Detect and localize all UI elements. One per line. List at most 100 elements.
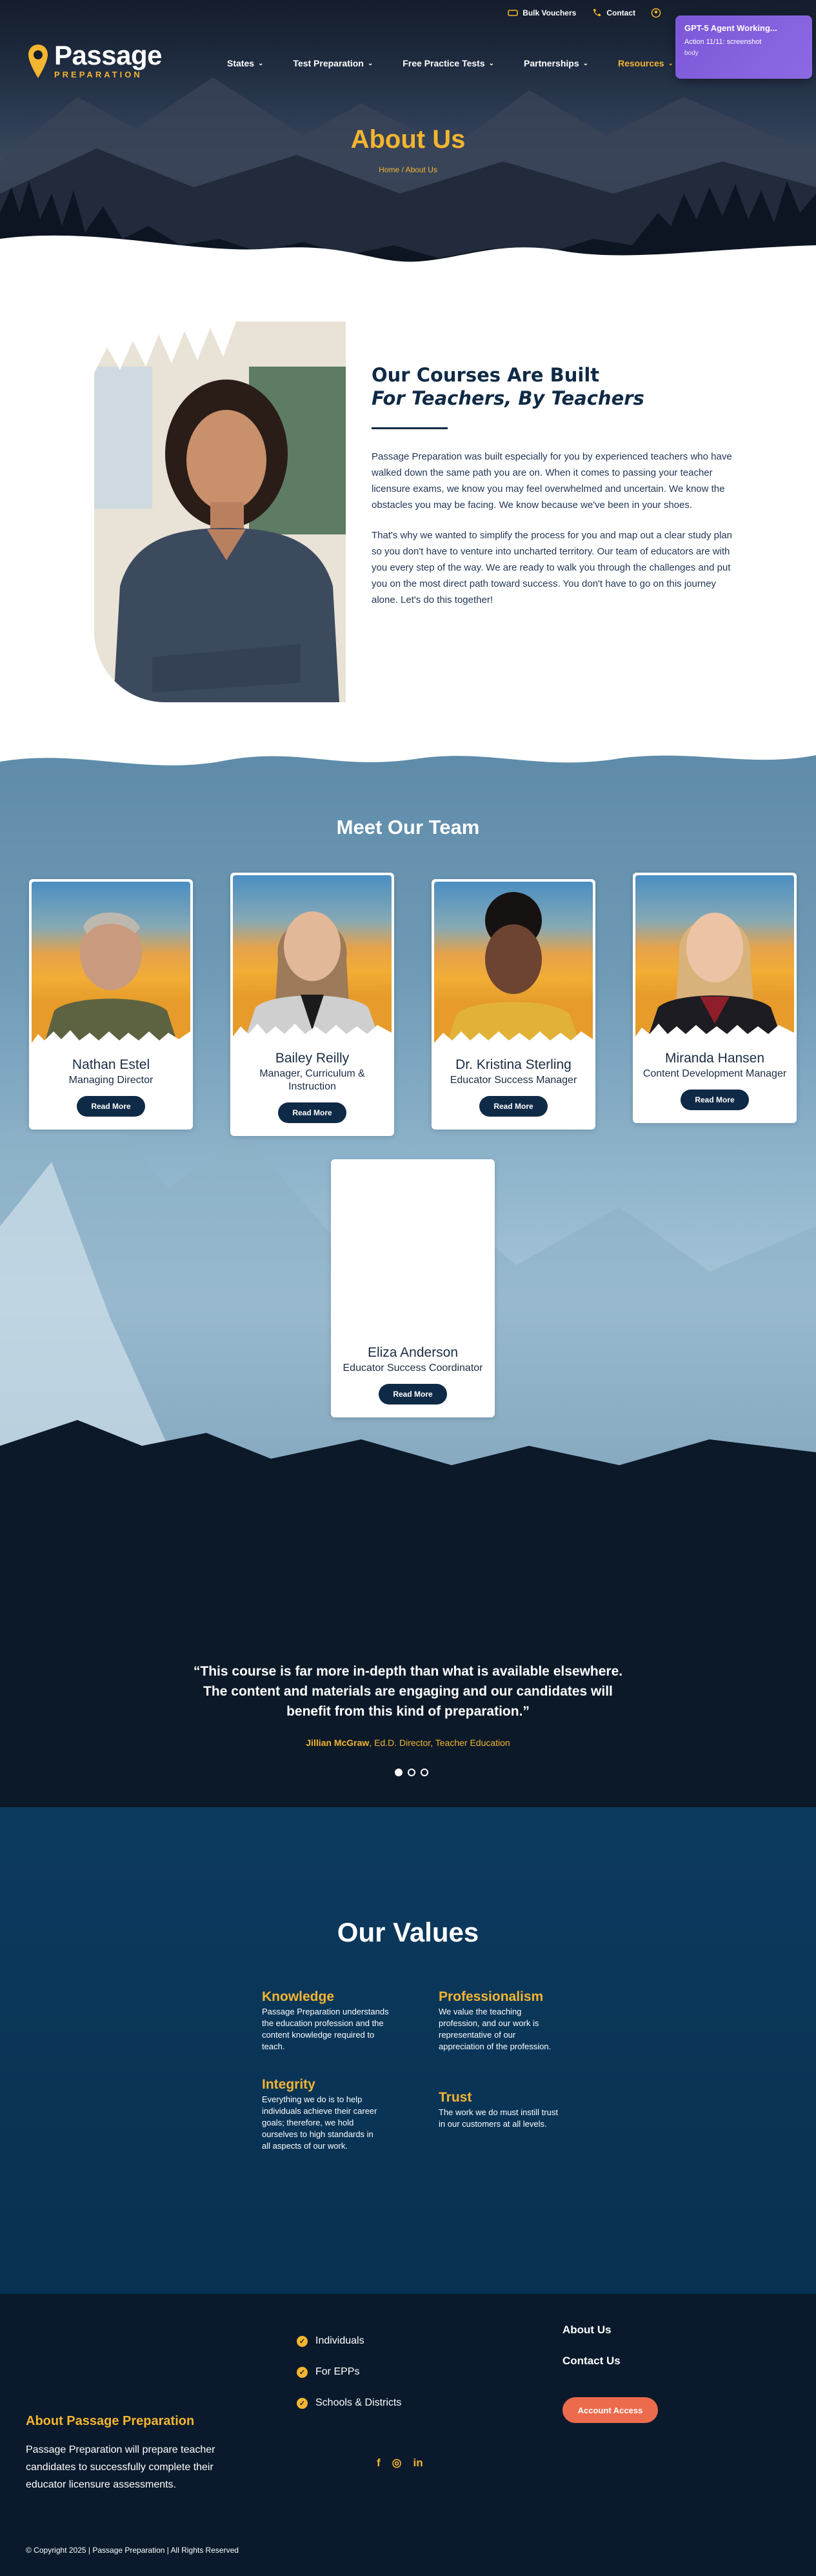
values-title: Our Values [337, 1917, 479, 1947]
testimonial-author-name: Jillian McGraw [306, 1738, 370, 1748]
team-member-name: Nathan Estel [72, 1057, 150, 1072]
footer-about-us-link[interactable]: About Us [562, 2324, 612, 2337]
nav-item-partnerships[interactable]: Partnerships ⌄ [524, 58, 588, 68]
value-item: Integrity Everything we do is to help in… [262, 2077, 378, 2152]
team-member-role: Content Development Manager [642, 1068, 787, 1079]
about-text-block: Our Courses Are Built For Teachers, By T… [372, 364, 733, 622]
bulk-vouchers-label: Bulk Vouchers [522, 8, 577, 17]
ticket-icon [508, 10, 518, 16]
value-item: Knowledge Passage Preparation understand… [262, 1989, 391, 2053]
read-more-button[interactable]: Read More [379, 1384, 447, 1405]
team-card: Eliza Anderson Educator Success Coordina… [331, 1159, 495, 1417]
breadcrumb: Home / About Us [0, 165, 816, 174]
chevron-down-icon: ⌄ [258, 59, 264, 67]
footer-contact-us-link[interactable]: Contact Us [562, 2355, 621, 2368]
breadcrumb-current: About Us [405, 165, 437, 174]
value-item: Professionalism We value the teaching pr… [439, 1989, 561, 2053]
value-item: Trust The work we do must instill trust … [439, 2090, 561, 2130]
chevron-down-icon: ⌄ [488, 59, 495, 67]
footer-about-text: Passage Preparation will prepare teacher… [26, 2444, 215, 2490]
value-title: Knowledge [262, 1989, 335, 2004]
team-member-name: Dr. Kristina Sterling [455, 1057, 572, 1072]
logo-subtitle: PREPARATION [54, 70, 143, 79]
check-icon: ✓ [297, 2335, 308, 2347]
team-member-photo [434, 882, 593, 1043]
footer-link-label: For EPPs [315, 2366, 360, 2377]
about-paragraph-2: That's why we wanted to simplify the pro… [372, 530, 732, 605]
about-section: Our Courses Are Built For Teachers, By T… [0, 271, 816, 762]
team-member-photo [635, 875, 794, 1037]
testimonial-quote: “This course is far more in-depth than w… [193, 1664, 623, 1719]
nav-item-resources[interactable]: Resources ⌄ [618, 58, 673, 68]
value-text: The work we do must instill trust in our… [439, 2107, 558, 2129]
value-text: Everything we do is to help individuals … [262, 2094, 377, 2151]
team-member-role: Educator Success Manager [450, 1075, 577, 1086]
team-card: Bailey Reilly Manager, Curriculum & Inst… [230, 873, 394, 1136]
nav-label: Partnerships [524, 58, 579, 68]
read-more-button[interactable]: Read More [77, 1096, 145, 1117]
breadcrumb-home-link[interactable]: Home [379, 165, 399, 174]
heading-divider [372, 427, 448, 429]
linkedin-icon[interactable]: in [413, 2457, 423, 2470]
social-links: f ◎ in [377, 2457, 423, 2470]
teacher-photo [94, 321, 346, 702]
nav-item-test-preparation[interactable]: Test Preparation ⌄ [293, 58, 373, 68]
nav-label: States [227, 58, 255, 68]
footer-about-title: About Passage Preparation [26, 2414, 195, 2428]
about-subheading: For Teachers, By Teachers [372, 387, 644, 409]
footer-link-epps[interactable]: ✓ For EPPs [297, 2366, 359, 2378]
carousel-dot[interactable] [395, 1769, 403, 1776]
hero-banner: Bulk Vouchers Contact Passage PREPARATIO… [0, 0, 816, 271]
team-title: Meet Our Team [336, 816, 480, 838]
about-paragraph-1: Passage Preparation was built especially… [372, 451, 732, 511]
site-footer: ✓ Individuals ✓ For EPPs ✓ Schools & Distri… [0, 2294, 816, 2576]
team-card: Miranda Hansen Content Development Manag… [633, 873, 797, 1123]
testimonial-author-title: , Ed.D. Director, Teacher Education [369, 1738, 510, 1748]
user-icon [651, 8, 661, 18]
carousel-dot[interactable] [421, 1769, 428, 1776]
chevron-down-icon: ⌄ [582, 59, 588, 67]
instagram-icon[interactable]: ◎ [392, 2457, 402, 2470]
copyright-text: © Copyright 2025 | Passage Preparation |… [26, 2546, 239, 2555]
value-title: Trust [439, 2090, 472, 2105]
nav-label: Resources [618, 58, 664, 68]
bulk-vouchers-link[interactable]: Bulk Vouchers [508, 8, 576, 18]
contact-label: Contact [606, 8, 635, 17]
footer-link-label: Schools & Districts [315, 2397, 402, 2408]
check-icon: ✓ [297, 2397, 308, 2409]
chevron-down-icon: ⌄ [367, 59, 373, 67]
agent-status-overlay: GPT-5 Agent Working... Action 11/11: scr… [675, 15, 812, 79]
facebook-icon[interactable]: f [377, 2457, 381, 2470]
phone-icon [593, 9, 601, 16]
map-pin-logo-icon [28, 44, 48, 78]
carousel-dot[interactable] [408, 1769, 415, 1776]
chevron-down-icon: ⌄ [668, 59, 673, 67]
team-member-role: Manager, Curriculum & Instruction [259, 1068, 365, 1092]
footer-link-label: Individuals [315, 2335, 364, 2346]
account-link[interactable] [651, 8, 661, 18]
team-member-role: Managing Director [68, 1075, 154, 1086]
read-more-button[interactable]: Read More [479, 1096, 548, 1117]
account-access-button[interactable]: Account Access [562, 2397, 658, 2423]
breadcrumb-separator: / [399, 165, 406, 174]
agent-status-body: body [684, 50, 699, 57]
nav-item-free-practice-tests[interactable]: Free Practice Tests ⌄ [403, 58, 494, 68]
values-section: Our Values Knowledge Passage Preparation… [0, 1807, 816, 2298]
team-member-photo [333, 1162, 492, 1331]
check-icon: ✓ [297, 2366, 308, 2378]
read-more-button[interactable]: Read More [681, 1090, 749, 1110]
contact-link[interactable]: Contact [592, 8, 635, 18]
testimonial-author: Jillian McGraw, Ed.D. Director, Teacher … [0, 1738, 816, 1748]
team-member-name: Eliza Anderson [367, 1345, 459, 1360]
value-text: We value the teaching profession, and ou… [439, 2007, 552, 2051]
team-member-role: Educator Success Coordinator [343, 1363, 483, 1374]
footer-link-schools[interactable]: ✓ Schools & Districts [297, 2397, 401, 2409]
nav-label: Free Practice Tests [403, 58, 485, 68]
team-member-photo [233, 875, 392, 1037]
nav-label: Test Preparation [293, 58, 364, 68]
site-logo[interactable]: Passage PREPARATION [27, 42, 162, 79]
read-more-button[interactable]: Read More [278, 1102, 346, 1123]
footer-link-individuals[interactable]: ✓ Individuals [297, 2335, 364, 2347]
nav-item-states[interactable]: States ⌄ [227, 58, 263, 68]
team-member-name: Bailey Reilly [275, 1051, 350, 1066]
